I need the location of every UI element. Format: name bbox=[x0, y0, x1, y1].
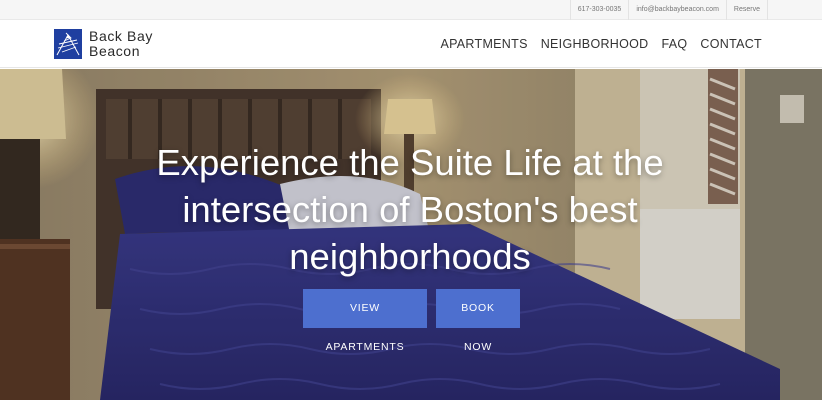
hero-headline: Experience the Suite Life at the interse… bbox=[156, 142, 664, 277]
utility-bar: 617-303-0035 info@backbaybeacon.com Rese… bbox=[0, 0, 822, 20]
brand-name-line2: Beacon bbox=[89, 43, 141, 59]
beacon-logo-icon bbox=[54, 29, 82, 59]
reserve-link[interactable]: Reserve bbox=[727, 0, 768, 20]
nav-contact[interactable]: CONTACT bbox=[700, 37, 762, 51]
utility-links: 617-303-0035 info@backbaybeacon.com Rese… bbox=[569, 0, 768, 20]
book-now-button[interactable]: BOOK NOW bbox=[436, 289, 520, 353]
brand-logo[interactable]: Back Bay Beacon bbox=[54, 29, 153, 59]
nav-neighborhood[interactable]: NEIGHBORHOOD bbox=[541, 37, 649, 51]
main-nav: APARTMENTS NEIGHBORHOOD FAQ CONTACT bbox=[427, 20, 762, 68]
hero-section: Experience the Suite Life at the interse… bbox=[0, 69, 822, 400]
brand-name: Back Bay Beacon bbox=[89, 29, 153, 59]
brand-name-line1: Back Bay bbox=[89, 28, 153, 44]
phone-link[interactable]: 617-303-0035 bbox=[571, 0, 630, 20]
nav-faq[interactable]: FAQ bbox=[662, 37, 688, 51]
hero-cta-group: VIEW APARTMENTS BOOK NOW bbox=[303, 289, 520, 353]
nav-apartments[interactable]: APARTMENTS bbox=[440, 37, 527, 51]
site-header: Back Bay Beacon APARTMENTS NEIGHBORHOOD … bbox=[0, 20, 822, 68]
email-link[interactable]: info@backbaybeacon.com bbox=[629, 0, 727, 20]
view-apartments-button[interactable]: VIEW APARTMENTS bbox=[303, 289, 427, 353]
